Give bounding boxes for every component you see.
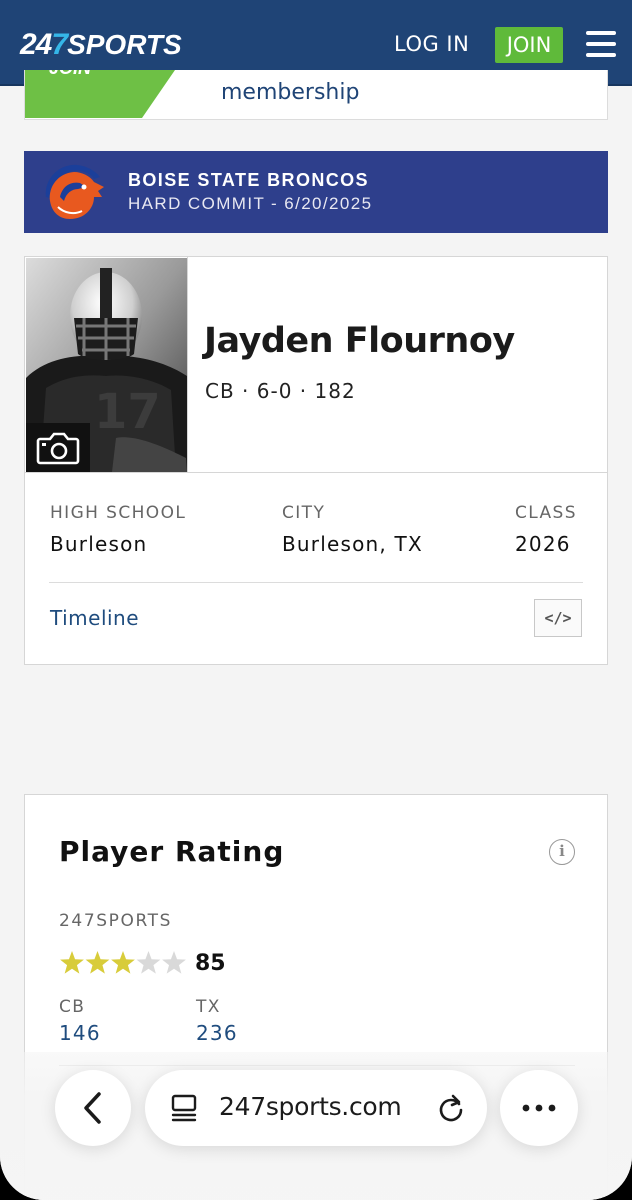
star-empty-icon xyxy=(162,951,186,974)
card-divider xyxy=(25,472,607,473)
city-label: CITY xyxy=(282,503,326,523)
hamburger-menu-icon[interactable] xyxy=(586,31,616,57)
more-button[interactable] xyxy=(500,1070,578,1146)
commit-status: HARD COMMIT - 6/20/2025 xyxy=(128,194,373,213)
site-logo[interactable]: 24 7 SPORTS xyxy=(20,28,182,62)
bronco-head-logo-icon xyxy=(45,164,104,219)
star-rating xyxy=(59,949,189,977)
more-dots-icon xyxy=(522,1104,556,1112)
url-text[interactable]: 247sports.com xyxy=(219,1092,402,1121)
join-button[interactable]: JOIN xyxy=(495,27,563,63)
timeline-link[interactable]: Timeline xyxy=(50,606,139,630)
logo-part-7: 7 xyxy=(51,28,68,61)
position-rank-value[interactable]: 146 xyxy=(59,1021,101,1045)
state-rank-value[interactable]: 236 xyxy=(196,1021,238,1045)
star-filled-icon xyxy=(85,951,110,974)
promo-text: membership xyxy=(221,80,360,105)
rating-title: Player Rating xyxy=(59,835,285,868)
reload-icon[interactable] xyxy=(433,1090,469,1126)
logo-part-sports: SPORTS xyxy=(67,29,182,60)
camera-icon[interactable] xyxy=(26,423,90,472)
high-school-label: HIGH SCHOOL xyxy=(50,503,187,523)
address-bar[interactable]: 247sports.com xyxy=(145,1070,487,1146)
city-value: Burleson, TX xyxy=(282,532,423,556)
chevron-left-icon xyxy=(84,1092,101,1124)
position-rank-label: CB xyxy=(59,997,86,1017)
commit-banner[interactable]: BOISE STATE BRONCOS HARD COMMIT - 6/20/2… xyxy=(24,151,608,233)
player-photo[interactable]: 17 xyxy=(26,258,187,472)
state-rank-label: TX xyxy=(196,997,221,1017)
tabs-icon[interactable] xyxy=(165,1088,205,1128)
commit-team-name: BOISE STATE BRONCOS xyxy=(128,170,369,190)
card-divider-vertical xyxy=(187,257,188,473)
star-filled-icon xyxy=(60,951,84,974)
facts-divider xyxy=(49,582,583,583)
player-card: 17 Jayden Flournoy CB · 6-0 · 182 HIGH S… xyxy=(24,256,608,665)
star-empty-icon xyxy=(136,951,161,974)
player-metrics: CB · 6-0 · 182 xyxy=(205,379,356,403)
info-icon[interactable]: i xyxy=(549,839,575,865)
rating-value: 85 xyxy=(195,951,226,976)
screen: 247SPORTS LOG IN JOIN JOIN membership BO… xyxy=(0,0,632,1200)
class-label: CLASS xyxy=(515,503,577,523)
embed-code-button[interactable]: </> xyxy=(534,599,582,637)
promo-tag-text: JOIN xyxy=(49,70,91,79)
promo-tag-bg xyxy=(25,70,175,118)
svg-text:17: 17 xyxy=(94,384,161,440)
player-name: Jayden Flournoy xyxy=(204,321,515,361)
login-link[interactable]: LOG IN xyxy=(394,32,469,56)
high-school-value[interactable]: Burleson xyxy=(50,532,147,556)
star-filled-icon xyxy=(111,951,135,974)
rating-source-label: 247SPORTS xyxy=(59,911,173,931)
class-value: 2026 xyxy=(515,532,571,556)
back-button[interactable] xyxy=(55,1070,131,1146)
membership-promo[interactable]: JOIN membership xyxy=(24,70,608,120)
logo-part-24: 24 xyxy=(20,28,52,61)
